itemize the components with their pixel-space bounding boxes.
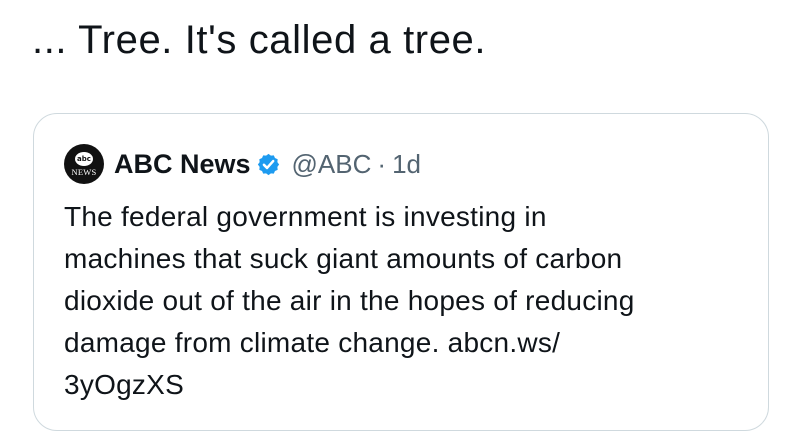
quoted-tweet-card[interactable]: abc NEWS ABC News @ABC · 1d The federal … [33,113,769,431]
avatar-logo-text: abc [75,152,93,166]
handle[interactable]: @ABC [292,149,372,180]
avatar[interactable]: abc NEWS [64,144,104,184]
tweet-text: ... Tree. It's called a tree. [32,18,487,62]
quoted-tweet-text: The federal government is investing in m… [64,201,635,400]
verified-badge-icon [257,153,279,175]
avatar-news-text: NEWS [71,167,97,177]
quoted-tweet-header: abc NEWS ABC News @ABC · 1d [64,144,421,184]
tweet-age[interactable]: 1d [392,149,421,180]
display-name[interactable]: ABC News [114,149,251,180]
metadata-separator: · [377,148,387,179]
